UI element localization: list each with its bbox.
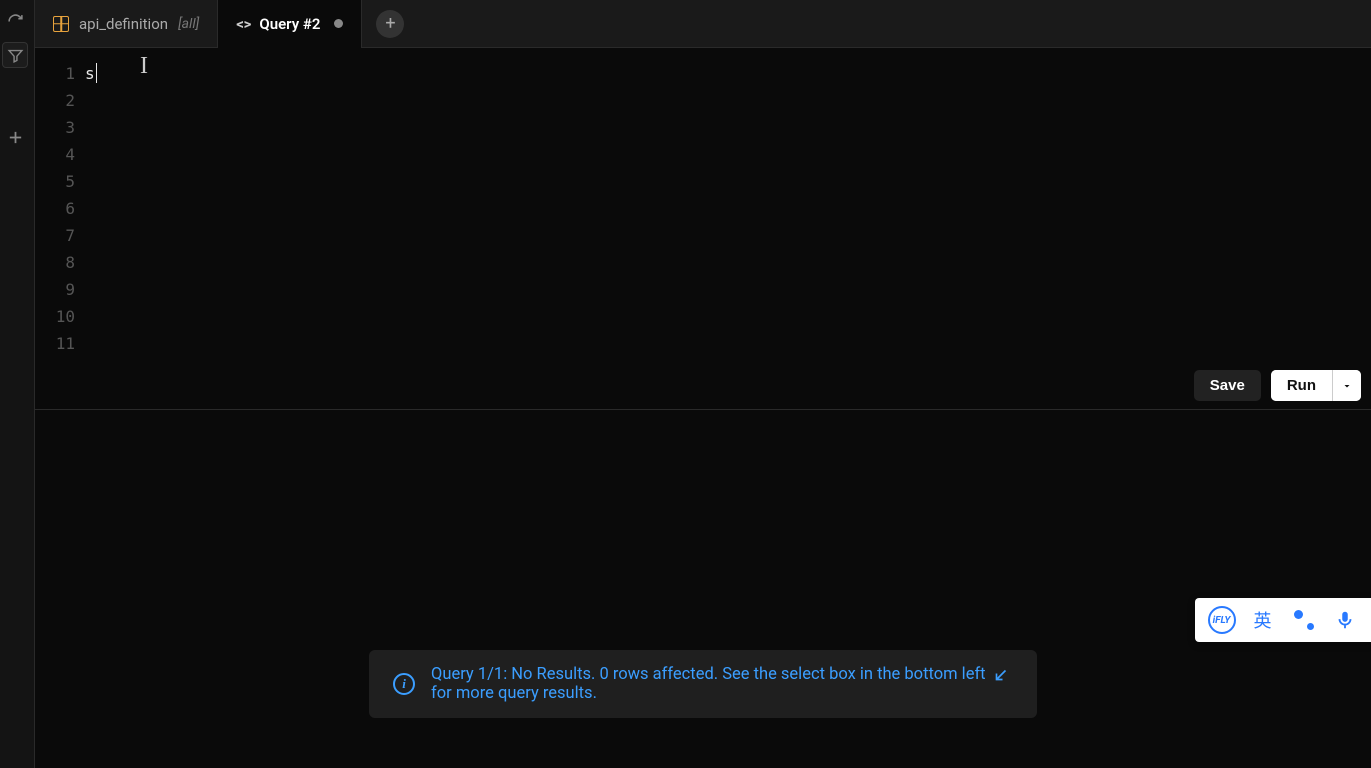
refresh-icon <box>7 13 24 30</box>
tab-suffix: [all] <box>178 16 199 32</box>
code-icon: < > <box>236 15 249 33</box>
run-button[interactable]: Run <box>1271 370 1332 401</box>
filter-icon <box>7 47 24 64</box>
tab-label: api_definition <box>79 15 168 33</box>
refresh-button[interactable] <box>2 8 28 34</box>
run-dropdown-button[interactable] <box>1332 370 1361 401</box>
ime-mic-button[interactable] <box>1327 602 1363 638</box>
ime-widget[interactable]: iFLY 英 <box>1195 598 1371 642</box>
text-cursor <box>96 63 98 83</box>
editor-actions: Save Run <box>1194 370 1361 401</box>
save-button[interactable]: Save <box>1194 370 1261 401</box>
left-sidebar <box>0 0 35 768</box>
ifly-icon: iFLY <box>1208 606 1236 634</box>
ime-language-label: 英 <box>1254 607 1272 633</box>
tab-bar: api_definition [all] < > Query #2 + <box>35 0 1371 48</box>
arrow-down-left-icon <box>992 666 1010 684</box>
add-button[interactable] <box>2 124 28 150</box>
chevron-down-icon <box>1341 380 1353 392</box>
microphone-icon <box>1334 609 1356 631</box>
editor-line-1: s <box>85 60 1371 87</box>
plus-icon: + <box>385 13 395 34</box>
dots-icon <box>1293 609 1315 631</box>
tab-api-definition[interactable]: api_definition [all] <box>35 0 218 48</box>
table-icon <box>53 16 69 32</box>
code-editor[interactable]: 1234567891011 s I Save Run <box>35 48 1371 409</box>
filter-button[interactable] <box>2 42 28 68</box>
result-toast: i Query 1/1: No Results. 0 rows affected… <box>369 650 1037 718</box>
tab-query-2[interactable]: < > Query #2 <box>218 0 362 48</box>
dirty-indicator-icon <box>334 19 343 28</box>
ime-language-button[interactable]: 英 <box>1245 602 1281 638</box>
toast-message: Query 1/1: No Results. 0 rows affected. … <box>431 665 1013 703</box>
info-icon: i <box>393 673 415 695</box>
main-area: api_definition [all] < > Query #2 + 1234… <box>35 0 1371 768</box>
ime-mode-button[interactable] <box>1286 602 1322 638</box>
plus-icon <box>7 129 24 146</box>
results-panel: i Query 1/1: No Results. 0 rows affected… <box>35 410 1371 768</box>
run-button-group: Run <box>1271 370 1361 401</box>
new-tab-button[interactable]: + <box>376 10 404 38</box>
tab-label: Query #2 <box>259 15 320 33</box>
ime-logo-button[interactable]: iFLY <box>1204 602 1240 638</box>
editor-content[interactable]: s I <box>85 48 1371 409</box>
line-gutter: 1234567891011 <box>35 48 85 409</box>
